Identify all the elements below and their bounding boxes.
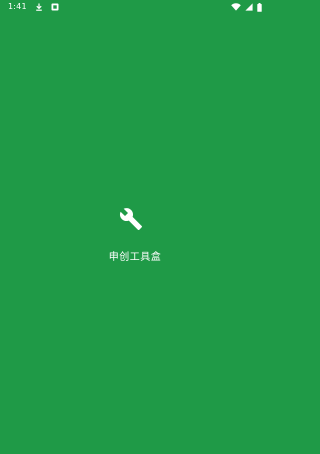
splash-screen: 1:41 申创工具盒 bbox=[0, 0, 270, 454]
app-name: 申创工具盒 bbox=[108, 252, 162, 263]
splash-content: 申创工具盒 bbox=[0, 0, 270, 454]
wrench-icon bbox=[119, 207, 143, 231]
